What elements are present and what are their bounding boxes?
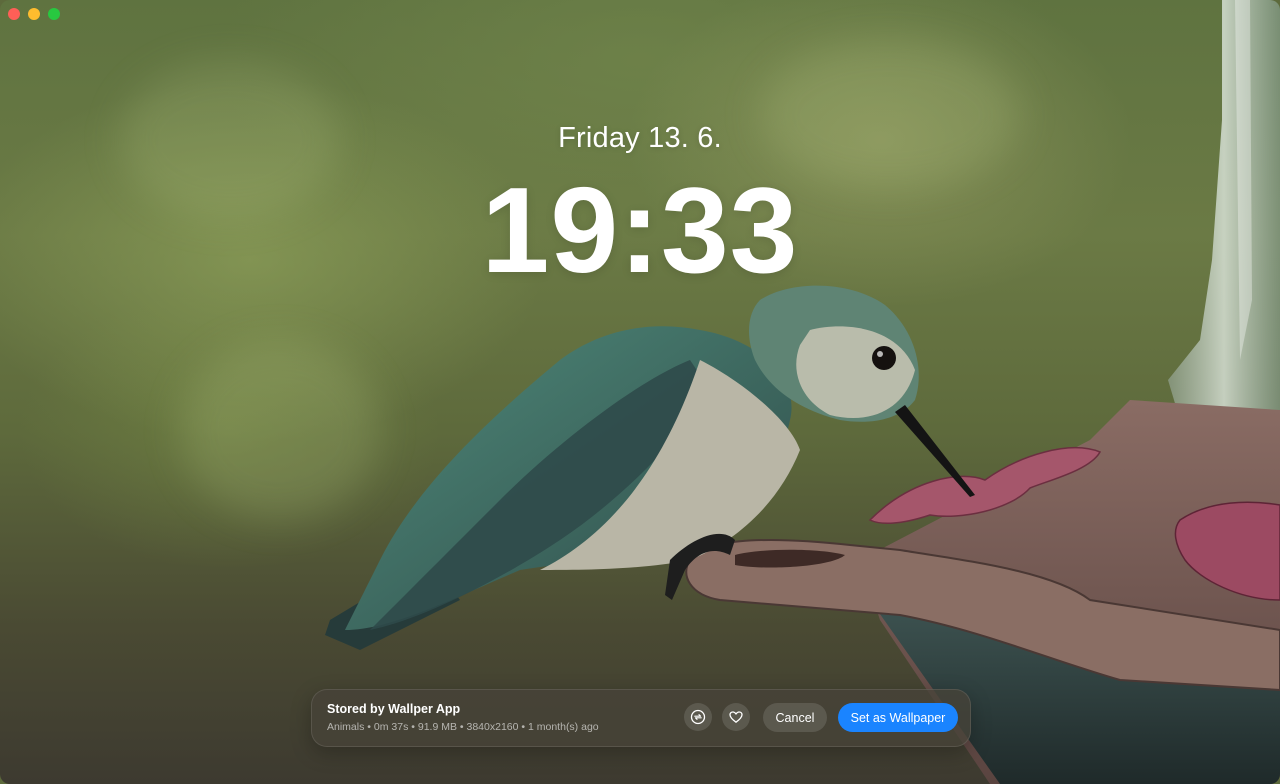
close-window-button[interactable]: [8, 8, 20, 20]
wallpaper-action-bar: Stored by Wallper App Animals • 0m 37s •…: [311, 689, 971, 747]
lockscreen-clock: 19:33: [481, 162, 799, 298]
meta-file-size: 91.9 MB: [417, 721, 457, 733]
wallpaper-metadata: Animals • 0m 37s • 91.9 MB • 3840x2160 •…: [327, 721, 599, 733]
window-controls: [8, 8, 60, 20]
zoom-window-button[interactable]: [48, 8, 60, 20]
meta-duration: 0m 37s: [373, 721, 409, 733]
meta-age: 1 month(s) ago: [528, 721, 599, 733]
meta-separator: •: [411, 721, 415, 733]
set-as-wallpaper-button[interactable]: Set as Wallpaper: [838, 703, 958, 732]
meta-resolution: 3840x2160: [466, 721, 519, 733]
meta-separator: •: [367, 721, 371, 733]
heart-icon: [729, 711, 743, 723]
meta-separator: •: [459, 721, 464, 733]
meta-separator: •: [521, 721, 526, 733]
minimize-window-button[interactable]: [28, 8, 40, 20]
wallpaper-source-title: Stored by Wallper App: [327, 702, 461, 716]
meta-category: Animals: [327, 721, 365, 733]
shuffle-icon: [690, 709, 706, 725]
favorite-button[interactable]: [722, 703, 750, 731]
lockscreen-date: Friday 13. 6.: [558, 122, 722, 154]
shuffle-button[interactable]: [684, 703, 712, 731]
wallpaper-preview-window: Friday 13. 6. 19:33 Stored by Wallper Ap…: [0, 0, 1280, 784]
cancel-button[interactable]: Cancel: [763, 703, 827, 732]
wallpaper-image: [325, 0, 1280, 784]
